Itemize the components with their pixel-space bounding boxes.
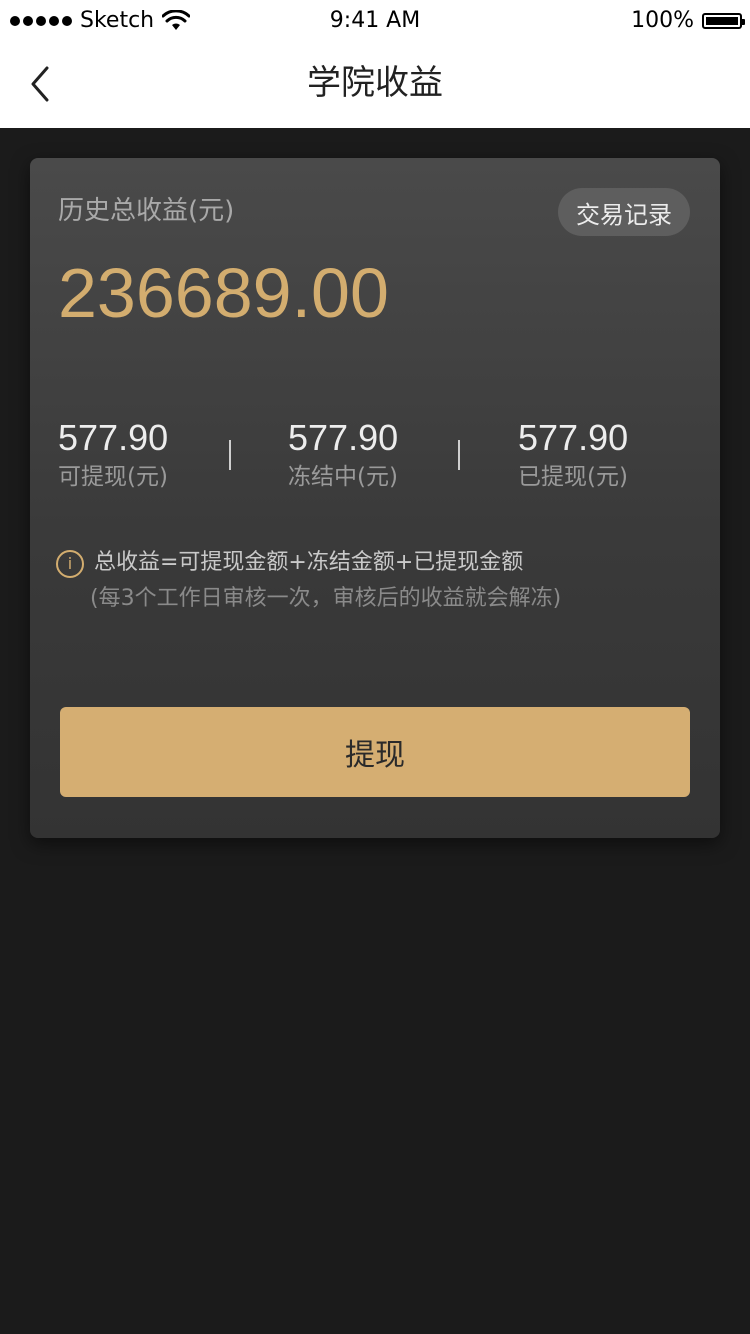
stat-value: 577.90 bbox=[58, 417, 169, 458]
stat-divider bbox=[458, 440, 460, 470]
earnings-card: 历史总收益(元) 交易记录 236689.00 577.90 可提现(元) 57… bbox=[30, 158, 720, 838]
withdraw-button[interactable]: 提现 bbox=[60, 707, 690, 797]
stat-divider bbox=[229, 440, 231, 470]
note-formula: 总收益=可提现金额+冻结金额+已提现金额 bbox=[94, 550, 524, 575]
stat-value: 577.90 bbox=[518, 417, 629, 458]
earnings-stats: 577.90 可提现(元) 577.90 冻结中(元) 577.90 已提现(元… bbox=[30, 420, 720, 500]
stat-value: 577.90 bbox=[288, 417, 399, 458]
stat-label: 冻结中(元) bbox=[288, 464, 398, 490]
stat-label: 已提现(元) bbox=[518, 464, 628, 490]
stat-label: 可提现(元) bbox=[58, 464, 168, 490]
stat-withdrawn: 577.90 已提现(元) bbox=[518, 420, 628, 489]
stat-frozen: 577.90 冻结中(元) bbox=[288, 420, 398, 489]
page-title: 学院收益 bbox=[307, 63, 443, 103]
info-icon: i bbox=[56, 550, 84, 578]
battery-percent: 100% bbox=[631, 8, 694, 33]
status-right: 100% bbox=[631, 8, 745, 33]
total-earnings-label: 历史总收益(元) bbox=[58, 196, 235, 226]
nav-bar: 学院收益 bbox=[0, 40, 750, 128]
battery-level bbox=[706, 16, 738, 25]
battery-icon bbox=[702, 12, 745, 29]
total-earnings-amount: 236689.00 bbox=[58, 254, 389, 332]
note-review-schedule: (每3个工作日审核一次，审核后的收益就会解冻) bbox=[90, 586, 562, 611]
stat-withdrawable: 577.90 可提现(元) bbox=[58, 420, 168, 489]
status-bar: Sketch 9:41 AM 100% bbox=[0, 0, 750, 40]
transaction-records-button[interactable]: 交易记录 bbox=[558, 188, 690, 236]
